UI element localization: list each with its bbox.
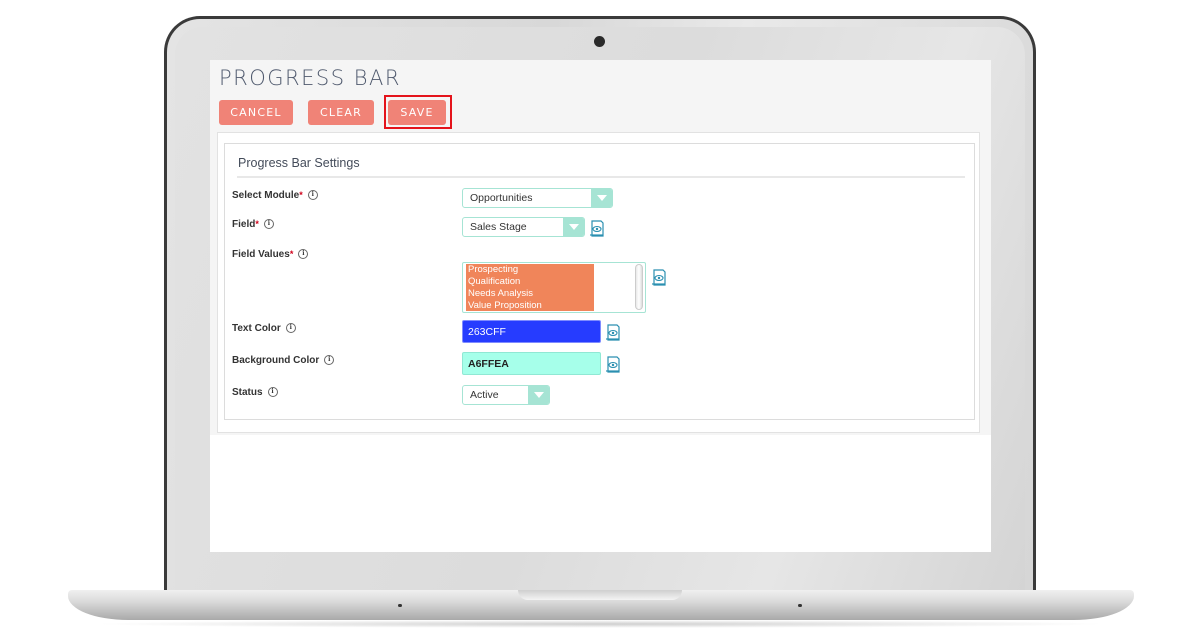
chevron-down-icon[interactable] <box>528 386 549 404</box>
webcam-icon <box>594 36 605 47</box>
field-values-listbox[interactable]: Prospecting Qualification Needs Analysis… <box>462 262 646 313</box>
info-icon[interactable]: i <box>267 387 278 398</box>
section-divider <box>237 176 965 178</box>
required-marker: * <box>289 249 294 259</box>
status-select[interactable]: Active <box>462 385 550 405</box>
chevron-down-icon[interactable] <box>563 218 584 236</box>
laptop-foot-dot <box>398 604 402 607</box>
background-color-label-text: Background Color <box>232 355 320 366</box>
field-label-text: Field <box>232 219 256 230</box>
clear-button[interactable]: CLEAR <box>308 100 374 125</box>
background-color-input[interactable]: A6FFEA <box>462 352 601 375</box>
text-color-label: Text Color i <box>232 323 296 334</box>
module-select-value: Opportunities <box>470 192 533 204</box>
laptop-foot-dot <box>798 604 802 607</box>
settings-form: Progress Bar Settings Select Module* i Op… <box>224 143 975 420</box>
listbox-option[interactable]: Value Proposition <box>466 300 594 312</box>
page-title: PROGRESS BAR <box>219 66 401 90</box>
section-title: Progress Bar Settings <box>238 156 360 170</box>
listbox-option[interactable]: Prospecting <box>466 264 594 276</box>
laptop-shadow <box>90 620 1110 628</box>
listbox-option[interactable]: Qualification <box>466 276 594 288</box>
preview-icon[interactable] <box>605 324 621 342</box>
status-label: Status i <box>232 387 278 398</box>
chevron-down-icon[interactable] <box>591 189 612 207</box>
status-select-value: Active <box>470 389 499 401</box>
module-select[interactable]: Opportunities <box>462 188 613 208</box>
cancel-button[interactable]: CANCEL <box>219 100 293 125</box>
text-color-label-text: Text Color <box>232 323 281 334</box>
field-label: Field* i <box>232 219 274 230</box>
field-values-label-text: Field Values <box>232 249 290 260</box>
field-select-value: Sales Stage <box>470 221 527 233</box>
select-module-label: Select Module* i <box>232 190 318 201</box>
laptop-notch <box>518 590 682 600</box>
select-module-label-text: Select Module <box>232 190 300 201</box>
background-color-label: Background Color i <box>232 355 335 366</box>
preview-icon[interactable] <box>605 356 621 374</box>
info-icon[interactable]: i <box>285 323 296 334</box>
field-values-label: Field Values* i <box>232 249 309 260</box>
info-icon[interactable]: i <box>324 355 335 366</box>
selected-options: Prospecting Qualification Needs Analysis… <box>466 264 594 311</box>
field-select[interactable]: Sales Stage <box>462 217 585 237</box>
listbox-option[interactable]: Needs Analysis <box>466 288 594 300</box>
preview-icon[interactable] <box>589 220 605 238</box>
save-button[interactable]: SAVE <box>388 100 446 125</box>
preview-icon[interactable] <box>651 269 667 287</box>
required-marker: * <box>299 190 303 200</box>
info-icon[interactable]: i <box>298 249 309 260</box>
listbox-scrollbar[interactable] <box>635 264 643 310</box>
info-icon[interactable]: i <box>263 219 274 230</box>
text-color-input[interactable]: 263CFF <box>462 320 601 343</box>
status-label-text: Status <box>232 387 263 398</box>
app-screen: PROGRESS BAR CANCEL CLEAR SAVE Progress … <box>210 60 991 552</box>
required-marker: * <box>255 219 259 229</box>
info-icon[interactable]: i <box>307 190 318 201</box>
settings-panel: Progress Bar Settings Select Module* i Op… <box>217 132 980 433</box>
